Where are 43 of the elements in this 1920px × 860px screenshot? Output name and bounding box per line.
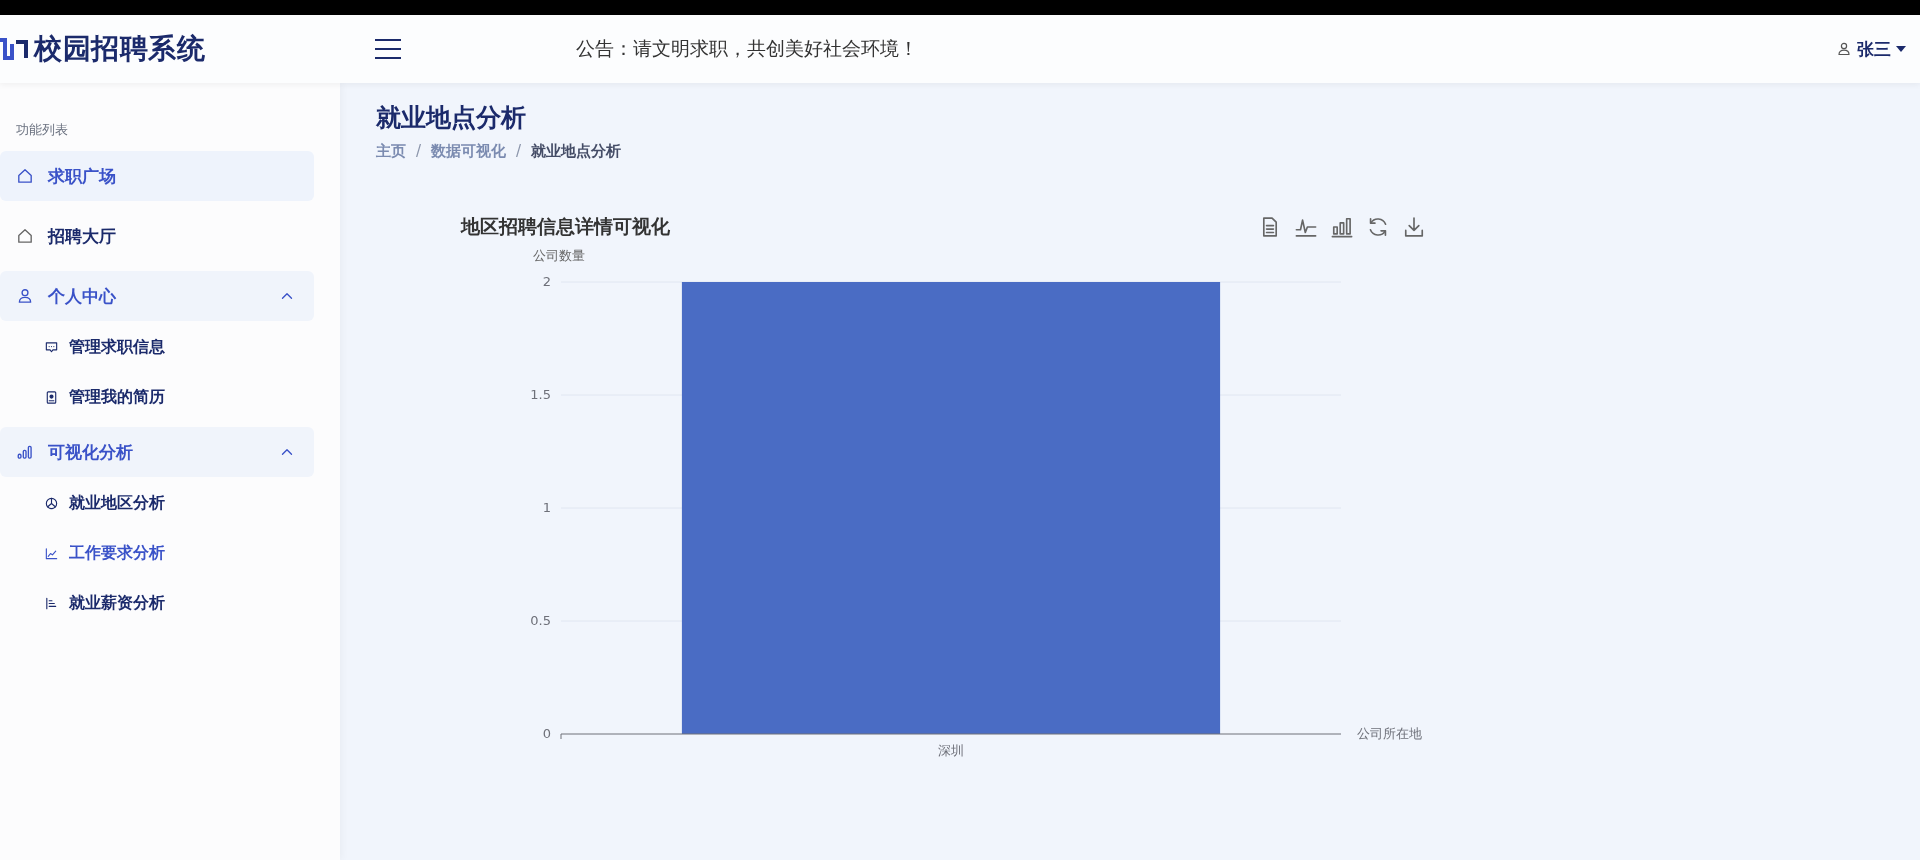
breadcrumb-link[interactable]: 就业地点分析 (531, 142, 622, 161)
x-tick-label: 深圳 (938, 743, 964, 758)
menu-group-header[interactable]: 个人中心 (0, 271, 314, 321)
submenu-item[interactable]: 就业地区分析 (0, 483, 165, 523)
logo-icon (0, 36, 28, 62)
y-tick-label: 1.5 (530, 387, 551, 402)
app-title: 校园招聘系统 (34, 31, 205, 67)
submenu-item[interactable]: 管理求职信息 (0, 327, 165, 367)
sidebar-item[interactable]: 求职广场 (0, 151, 314, 201)
caret-icon (1896, 46, 1906, 52)
y-tick-label: 0 (542, 726, 551, 741)
menu-group-header[interactable]: 可视化分析 (0, 427, 314, 477)
chart-title: 地区招聘信息详情可视化 (461, 214, 670, 239)
download-icon (1403, 216, 1425, 238)
y-axis-title: 公司数量 (533, 248, 585, 263)
sidebar-heading: 功能列表 (15, 121, 69, 139)
home-icon (16, 167, 34, 185)
chat-icon (44, 339, 59, 355)
pie-chart-icon (44, 495, 59, 511)
breadcrumb-separator: / (516, 142, 522, 161)
bar-chart-icon (1331, 216, 1353, 238)
list-icon (44, 595, 59, 611)
submenu-item[interactable]: 管理我的简历 (0, 377, 165, 417)
user-icon (16, 287, 34, 305)
notice-text: 公告：请文明求职，共创美好社会环境！ (576, 36, 919, 61)
document-icon (44, 389, 59, 405)
line-chart-icon (1295, 216, 1317, 238)
user-menu[interactable]: 张三 (1836, 37, 1906, 61)
submenu-item[interactable]: 工作要求分析 (0, 533, 165, 573)
sidebar-item[interactable]: 招聘大厅 (0, 211, 314, 261)
breadcrumb-separator: / (416, 142, 422, 161)
home-icon (16, 227, 34, 245)
y-tick-label: 2 (542, 274, 551, 289)
x-axis-title: 公司所在地 (1357, 726, 1422, 741)
refresh-icon (1367, 216, 1389, 238)
y-tick-label: 1 (542, 500, 551, 515)
bar-chart-icon (16, 443, 34, 461)
page-title: 就业地点分析 (376, 102, 527, 134)
user-icon (1836, 41, 1852, 57)
y-tick-label: 0.5 (530, 613, 551, 628)
submenu-item[interactable]: 就业薪资分析 (0, 583, 165, 623)
line-chart-icon (44, 545, 59, 561)
menu-icon (374, 38, 402, 60)
